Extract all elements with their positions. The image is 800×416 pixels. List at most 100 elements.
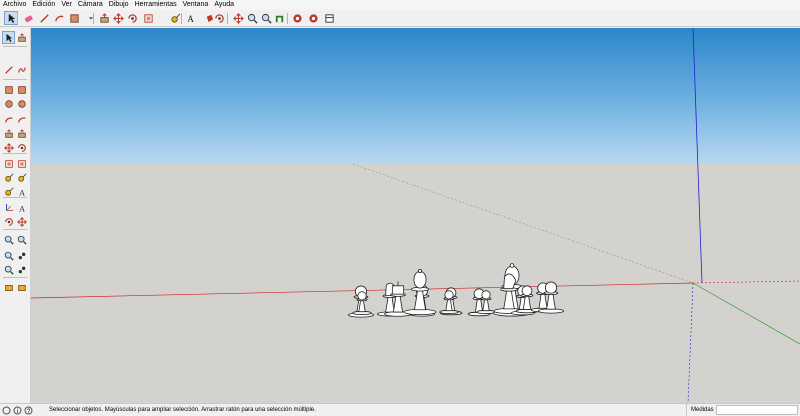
svg-text:i: i: [17, 409, 18, 415]
toolbar-separator: [17, 13, 18, 24]
drawing-viewport[interactable]: [31, 28, 800, 403]
toolbar-line-icon[interactable]: [37, 11, 51, 25]
toolbar-push-pull-icon[interactable]: [97, 11, 111, 25]
3d-text-icon: A: [18, 204, 24, 213]
tool-section-display-icon[interactable]: [15, 281, 28, 294]
measurements-field[interactable]: [716, 405, 798, 415]
model-scene: [31, 28, 800, 403]
menu-item-ayuda[interactable]: Ayuda: [214, 0, 234, 10]
tool-zoom-extents-icon[interactable]: [2, 249, 15, 262]
toolbar-pan-icon[interactable]: [231, 11, 245, 25]
menu-item-herramientas[interactable]: Herramientas: [135, 0, 177, 10]
share-model-icon: [292, 13, 302, 23]
toolbar-move-icon[interactable]: [111, 11, 125, 25]
tool-offset-icon[interactable]: [15, 157, 28, 170]
offset-icon: [143, 13, 153, 23]
toolbar-orbit-icon[interactable]: [212, 11, 226, 25]
position-camera-icon: [18, 252, 25, 259]
select-icon: [6, 33, 12, 42]
arc-icon: [54, 15, 63, 21]
walk-icon: [18, 266, 25, 273]
toolbar-offset-icon[interactable]: [141, 11, 155, 25]
toolbar-tape-measure-icon[interactable]: [168, 11, 182, 25]
menu-item-ver[interactable]: Ver: [61, 0, 72, 10]
tool-axes-icon[interactable]: [2, 201, 15, 214]
green-axis-negative: [352, 163, 694, 284]
tool-scale-icon[interactable]: [2, 157, 15, 170]
zoom-extents-icon: [261, 13, 272, 24]
section-plane-icon: [4, 284, 13, 291]
tool-look-around-icon[interactable]: [2, 263, 15, 276]
follow-me-icon: [17, 128, 26, 138]
toolbar-zoom-icon[interactable]: [245, 11, 259, 25]
tool-rectangle-icon[interactable]: [2, 83, 15, 96]
scale-icon: [4, 159, 13, 168]
toolbar-arc-icon[interactable]: [52, 11, 66, 25]
menu-item-archivo[interactable]: Archivo: [3, 0, 26, 10]
pan-icon: [232, 12, 244, 24]
tool-orbit-icon[interactable]: [2, 215, 15, 228]
tool-arc-icon[interactable]: [2, 113, 15, 126]
tool-palette: AA: [0, 28, 31, 403]
toolbar-layout-icon[interactable]: [322, 11, 336, 25]
menu-bar: Archivo Edición Ver Cámara Dibujo Herramienta…: [0, 0, 800, 10]
tool-tape-measure-icon[interactable]: [2, 171, 15, 184]
menu-item-dibujo[interactable]: Dibujo: [109, 0, 129, 10]
toolbar-dropdown-icon[interactable]: [84, 11, 98, 25]
tool-make-component-icon[interactable]: [15, 31, 28, 44]
pan-icon: [16, 216, 27, 227]
tool-line-icon[interactable]: [2, 63, 15, 76]
protractor-icon: [4, 187, 13, 196]
menu-item-cámara[interactable]: Cámara: [78, 0, 103, 10]
tool-position-camera-icon[interactable]: [15, 249, 28, 262]
toolbar-shapes-icon[interactable]: [67, 11, 81, 25]
tool-pie-icon[interactable]: [15, 113, 28, 126]
tool-polygon-icon[interactable]: [15, 97, 28, 110]
axes-icon: [5, 203, 13, 211]
tool-circle-icon[interactable]: [2, 97, 15, 110]
toolbar-extensions-icon[interactable]: [306, 11, 320, 25]
tool-section-plane-icon[interactable]: [2, 281, 15, 294]
tool-select-icon[interactable]: [2, 31, 15, 44]
eraser-icon: [24, 14, 33, 22]
pie-icon: [17, 116, 26, 123]
orbit-icon: [214, 13, 224, 23]
tool-follow-me-icon[interactable]: [15, 127, 28, 140]
toolbar-text-icon[interactable]: A: [183, 11, 197, 25]
dimension-icon: [17, 173, 26, 182]
menu-item-edición[interactable]: Edición: [32, 0, 55, 10]
toolbar-separator: [287, 13, 288, 24]
tool-zoom-window-icon[interactable]: [15, 233, 28, 246]
tool-pan-icon[interactable]: [15, 215, 28, 228]
tool-dimension-icon[interactable]: [15, 171, 28, 184]
toolbar-eraser-icon[interactable]: [21, 11, 35, 25]
geo-location-icon[interactable]: [2, 406, 11, 415]
palette-separator: [3, 229, 27, 230]
push-pull-icon: [4, 128, 13, 138]
move-icon: [112, 12, 124, 24]
select-icon: [8, 13, 15, 23]
palette-separator: [3, 79, 27, 80]
tool-walk-icon[interactable]: [15, 263, 28, 276]
arc-icon: [4, 116, 13, 123]
tool-rotated-rectangle-icon[interactable]: [15, 83, 28, 96]
blue-axis: [692, 28, 703, 284]
toolbar-warehouse-icon[interactable]: [272, 11, 286, 25]
toolbar-share-model-icon[interactable]: [290, 11, 304, 25]
toolbar-zoom-extents-icon[interactable]: [259, 11, 273, 25]
toolbar-separator: [181, 13, 182, 24]
tool-push-pull-icon[interactable]: [2, 127, 15, 140]
tool-3d-text-icon[interactable]: A: [15, 201, 28, 214]
red-axis-negative: [692, 280, 800, 284]
palette-separator: [3, 277, 27, 278]
credits-icon[interactable]: i: [13, 406, 22, 415]
tool-freehand-icon[interactable]: [15, 63, 28, 76]
tool-zoom-icon[interactable]: [2, 233, 15, 246]
toolbar-rotate-icon[interactable]: [125, 11, 139, 25]
layout-icon: [324, 13, 334, 23]
palette-separator: [3, 153, 27, 154]
toolbar-select-icon[interactable]: [4, 11, 18, 25]
help-icon[interactable]: ?: [24, 406, 33, 415]
toolbar-separator: [227, 13, 228, 24]
menu-item-ventana[interactable]: Ventana: [183, 0, 209, 10]
